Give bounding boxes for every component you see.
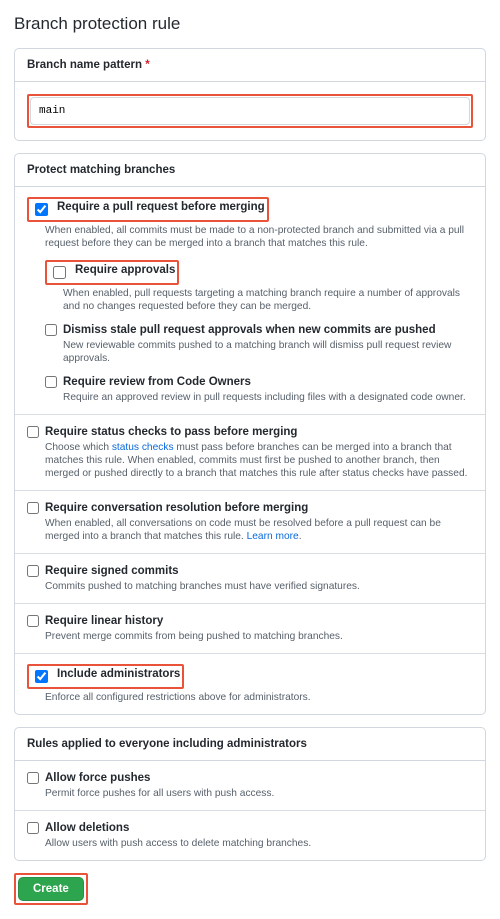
branch-pattern-header: Branch name pattern *: [15, 49, 485, 82]
conversation-desc: When enabled, all conversations on code …: [45, 517, 473, 543]
create-button[interactable]: Create: [18, 877, 84, 901]
dismiss-stale-checkbox[interactable]: [45, 324, 57, 336]
code-owners-desc: Require an approved review in pull reque…: [63, 391, 473, 404]
require-approvals-desc: When enabled, pull requests targeting a …: [63, 287, 473, 313]
option-dismiss-stale: Dismiss stale pull request approvals whe…: [45, 323, 473, 365]
require-pr-checkbox[interactable]: [35, 203, 48, 216]
require-pr-label: Require a pull request before merging: [57, 200, 265, 214]
require-approvals-label: Require approvals: [75, 263, 175, 277]
status-checks-link[interactable]: status checks: [112, 442, 174, 453]
linear-desc: Prevent merge commits from being pushed …: [45, 630, 473, 643]
option-require-pr: Require a pull request before merging Wh…: [15, 187, 485, 414]
force-push-checkbox[interactable]: [27, 772, 39, 784]
include-admins-checkbox[interactable]: [35, 670, 48, 683]
branch-pattern-panel: Branch name pattern *: [14, 48, 486, 141]
status-checks-label: Require status checks to pass before mer…: [45, 425, 297, 439]
conversation-learn-more-link[interactable]: Learn more: [247, 531, 299, 542]
conversation-label: Require conversation resolution before m…: [45, 501, 308, 515]
include-admins-desc: Enforce all configured restrictions abov…: [45, 691, 473, 704]
dismiss-stale-label: Dismiss stale pull request approvals whe…: [63, 323, 436, 337]
include-admins-label: Include administrators: [57, 667, 180, 681]
dismiss-stale-desc: New reviewable commits pushed to a match…: [63, 339, 473, 365]
signed-checkbox[interactable]: [27, 565, 39, 577]
signed-desc: Commits pushed to matching branches must…: [45, 580, 473, 593]
everyone-panel: Rules applied to everyone including admi…: [14, 727, 486, 861]
option-signed: Require signed commits Commits pushed to…: [15, 553, 485, 603]
option-deletions: Allow deletions Allow users with push ac…: [15, 810, 485, 860]
option-require-approvals: Require approvals When enabled, pull req…: [45, 260, 473, 313]
protect-panel: Protect matching branches Require a pull…: [14, 153, 486, 715]
require-pr-desc: When enabled, all commits must be made t…: [45, 224, 473, 250]
page-title: Branch protection rule: [14, 14, 486, 34]
status-checks-checkbox[interactable]: [27, 426, 39, 438]
required-star: *: [145, 59, 149, 71]
status-checks-desc: Choose which status checks must pass bef…: [45, 441, 473, 480]
code-owners-label: Require review from Code Owners: [63, 375, 251, 389]
deletions-label: Allow deletions: [45, 821, 129, 835]
require-approvals-checkbox[interactable]: [53, 266, 66, 279]
linear-checkbox[interactable]: [27, 615, 39, 627]
option-status-checks: Require status checks to pass before mer…: [15, 414, 485, 490]
deletions-desc: Allow users with push access to delete m…: [45, 837, 473, 850]
option-conversation: Require conversation resolution before m…: [15, 490, 485, 553]
option-include-admins: Include administrators Enforce all confi…: [15, 653, 485, 714]
branch-pattern-input[interactable]: [30, 97, 470, 125]
signed-label: Require signed commits: [45, 564, 179, 578]
everyone-header: Rules applied to everyone including admi…: [15, 728, 485, 761]
conversation-checkbox[interactable]: [27, 502, 39, 514]
option-linear: Require linear history Prevent merge com…: [15, 603, 485, 653]
option-code-owners: Require review from Code Owners Require …: [45, 375, 473, 404]
protect-header: Protect matching branches: [15, 154, 485, 187]
force-push-label: Allow force pushes: [45, 771, 150, 785]
code-owners-checkbox[interactable]: [45, 376, 57, 388]
linear-label: Require linear history: [45, 614, 163, 628]
option-force-push: Allow force pushes Permit force pushes f…: [15, 761, 485, 810]
deletions-checkbox[interactable]: [27, 822, 39, 834]
